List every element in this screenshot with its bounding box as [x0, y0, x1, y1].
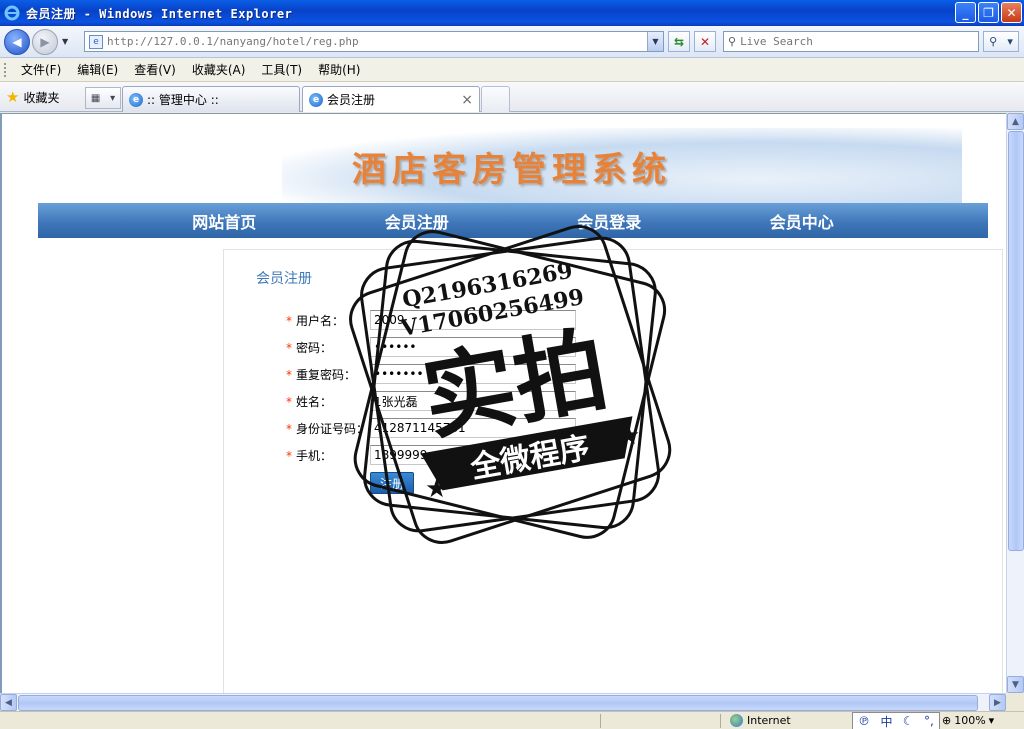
tab-label: :: 管理中心 :: [147, 93, 219, 107]
favorites-button[interactable]: ★ 收藏夹 [6, 88, 59, 106]
minimize-button[interactable]: _ [955, 2, 976, 23]
search-go-button[interactable]: ⚲ ▾ [983, 31, 1019, 52]
address-dropdown-icon[interactable]: ▼ [647, 32, 663, 51]
menu-bar: 文件(F) 编辑(E) 查看(V) 收藏夹(A) 工具(T) 帮助(H) [0, 58, 1024, 82]
address-toolbar: ◀ ▶ ▼ e http://127.0.0.1/nanyang/hotel/r… [0, 26, 1024, 58]
back-button[interactable]: ◀ [4, 28, 30, 55]
tab-admin-center[interactable]: e :: 管理中心 :: [122, 86, 300, 112]
menu-help[interactable]: 帮助(H) [310, 61, 368, 78]
chevron-down-icon[interactable]: ▾ [110, 93, 115, 104]
status-divider [600, 714, 601, 728]
menu-view[interactable]: 查看(V) [126, 61, 184, 78]
menu-file[interactable]: 文件(F) [13, 61, 69, 78]
address-url[interactable]: http://127.0.0.1/nanyang/hotel/reg.php [107, 35, 359, 48]
magnifier-icon: ⚲ [989, 35, 998, 48]
horizontal-scroll-thumb[interactable] [18, 695, 978, 711]
scroll-down-icon[interactable]: ▼ [1007, 676, 1024, 693]
scroll-corner [1006, 693, 1024, 711]
vertical-scroll-thumb[interactable] [1008, 131, 1024, 551]
nav-member-center[interactable]: 会员中心 [770, 209, 834, 233]
zoom-control[interactable]: ⊕ 100% ▾ [942, 714, 994, 727]
favorites-label: 收藏夹 [23, 90, 60, 105]
scroll-right-icon[interactable]: ▶ [989, 694, 1006, 711]
menu-favorites[interactable]: 收藏夹(A) [184, 61, 254, 78]
quick-tabs-button[interactable]: ▦ ▾ [85, 87, 121, 109]
tab-label: 会员注册 [327, 93, 376, 107]
stop-button[interactable]: ✕ [694, 31, 716, 52]
close-button[interactable]: ✕ [1001, 2, 1022, 23]
status-bar: Internet ℗ 中 ☾ °, ⊕ 100% ▾ [0, 711, 1024, 729]
zone-label: Internet [747, 714, 791, 727]
star-icon: ★ [6, 88, 20, 106]
maximize-button[interactable]: ❐ [978, 2, 999, 23]
ime-toolbar[interactable]: ℗ 中 ☾ °, [852, 712, 940, 729]
required-mark: * [286, 448, 292, 463]
zoom-icon: ⊕ [942, 714, 952, 727]
search-options-icon[interactable]: ▾ [1007, 35, 1013, 48]
new-tab-button[interactable] [481, 86, 510, 112]
tab-member-register[interactable]: e 会员注册 × [302, 86, 480, 112]
history-dropdown-icon[interactable]: ▼ [62, 37, 74, 46]
window-title-bar[interactable]: 会员注册 - Windows Internet Explorer _ ❐ ✕ [0, 0, 1024, 26]
toolbar-grip[interactable] [4, 62, 7, 77]
zoom-level: 100% [954, 714, 986, 727]
page-icon: e [89, 34, 103, 49]
ime-logo-icon: ℗ [858, 714, 871, 728]
watermark-stamp: Q2196316269 V17060256499 实拍 全微程序 ★ ★ [349, 225, 672, 544]
close-tab-icon[interactable]: × [461, 92, 473, 108]
punctuation-icon[interactable]: °, [924, 714, 934, 728]
tab-bar: ★ 收藏夹 ▦ ▾ e :: 管理中心 :: e 会员注册 × [0, 82, 1024, 112]
search-box[interactable]: ⚲ [723, 31, 979, 52]
star-left-icon: ★ [425, 474, 448, 504]
search-input[interactable] [740, 35, 961, 48]
grid-icon: ▦ [90, 92, 101, 104]
required-mark: * [286, 394, 292, 409]
ie-page-icon: e [129, 92, 143, 107]
star-right-icon: ★ [617, 421, 640, 451]
address-input[interactable]: e http://127.0.0.1/nanyang/hotel/reg.php… [84, 31, 664, 52]
menu-edit[interactable]: 编辑(E) [69, 61, 126, 78]
moon-icon[interactable]: ☾ [903, 714, 914, 728]
required-mark: * [286, 367, 292, 382]
required-mark: * [286, 313, 292, 328]
window-title: 会员注册 - Windows Internet Explorer [26, 6, 293, 21]
security-zone[interactable]: Internet [730, 714, 791, 727]
nav-home[interactable]: 网站首页 [192, 209, 256, 233]
site-title: 酒店客房管理系统 [352, 150, 672, 190]
search-icon: ⚲ [728, 35, 737, 48]
ie-page-icon: e [309, 92, 323, 107]
ie-logo-icon [4, 5, 20, 21]
forward-button[interactable]: ▶ [32, 28, 58, 55]
required-mark: * [286, 421, 292, 436]
scroll-up-icon[interactable]: ▲ [1007, 113, 1024, 130]
zoom-dropdown-icon[interactable]: ▾ [989, 714, 995, 727]
status-divider [720, 714, 721, 728]
vertical-scrollbar[interactable]: ▲ ▼ [1006, 113, 1024, 693]
required-mark: * [286, 340, 292, 355]
menu-tools[interactable]: 工具(T) [253, 61, 310, 78]
horizontal-scrollbar[interactable]: ◀ ▶ [0, 693, 1006, 711]
refresh-button[interactable]: ⇆ [668, 31, 690, 52]
ime-mode[interactable]: 中 [881, 713, 893, 729]
globe-icon [730, 714, 743, 727]
section-title: 会员注册 [256, 271, 312, 287]
scroll-left-icon[interactable]: ◀ [0, 694, 17, 711]
